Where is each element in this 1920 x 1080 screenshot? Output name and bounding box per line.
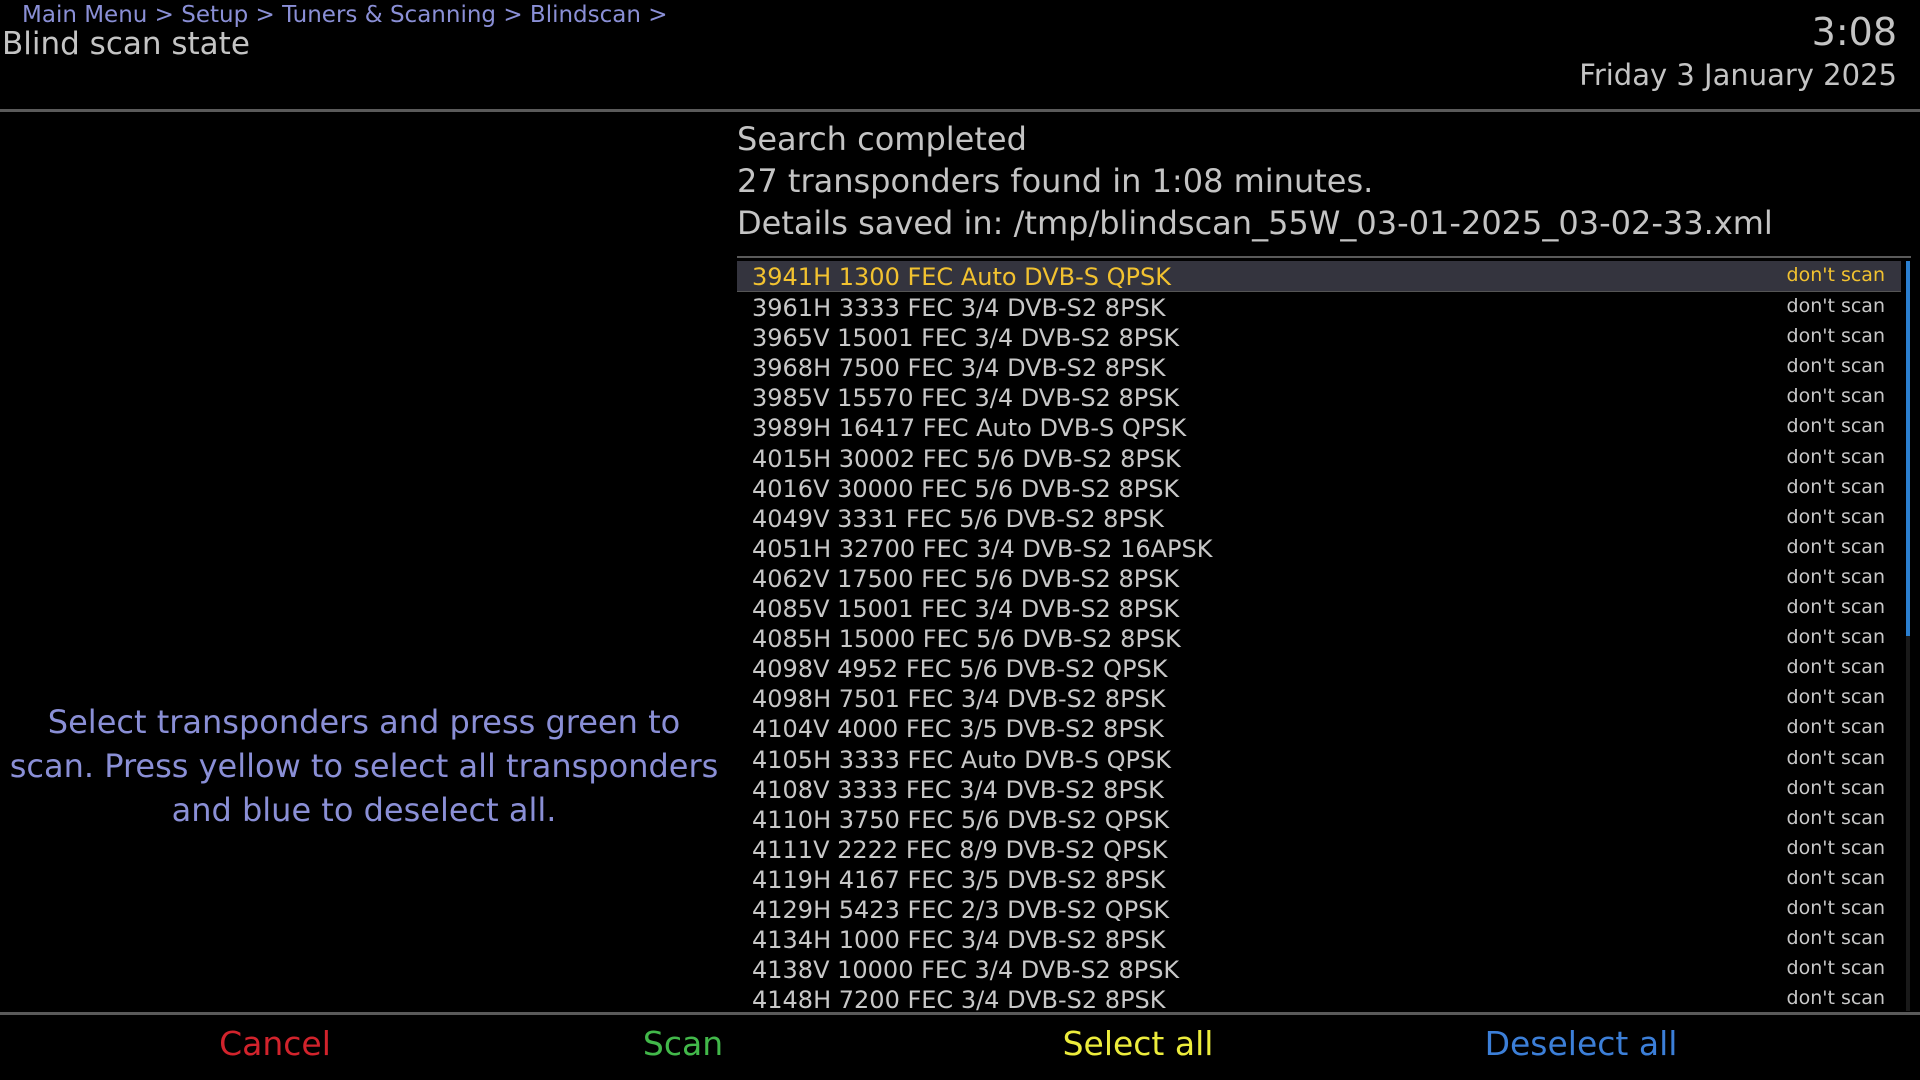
transponder-label: 4015H 30002 FEC 5/6 DVB-S2 8PSK [752, 444, 1181, 473]
scan-state-label: don't scan [1786, 264, 1885, 286]
transponder-row[interactable]: 4015H 30002 FEC 5/6 DVB-S2 8PSK don't sca… [737, 443, 1901, 473]
scan-state-label: don't scan [1786, 626, 1885, 649]
transponder-label: 3965V 15001 FEC 3/4 DVB-S2 8PSK [752, 324, 1180, 353]
list-scrollbar[interactable] [1906, 261, 1910, 1011]
scan-status: Search completed 27 transponders found i… [737, 118, 1773, 244]
scan-state-label: don't scan [1786, 987, 1885, 1010]
scan-state-label: don't scan [1786, 746, 1885, 769]
transponder-label: 4016V 30000 FEC 5/6 DVB-S2 8PSK [752, 474, 1180, 503]
date: Friday 3 January 2025 [1579, 58, 1897, 92]
transponder-label: 4051H 32700 FEC 3/4 DVB-S2 16APSK [752, 534, 1213, 563]
transponder-row[interactable]: 4051H 32700 FEC 3/4 DVB-S2 16APSK don't s… [737, 533, 1901, 563]
transponder-row[interactable]: 4110H 3750 FEC 5/6 DVB-S2 QPSK don't scan [737, 804, 1901, 834]
scan-state-label: don't scan [1786, 415, 1885, 438]
transponder-label: 4148H 7200 FEC 3/4 DVB-S2 8PSK [752, 986, 1166, 1011]
scan-state-label: don't scan [1786, 505, 1885, 528]
transponder-row[interactable]: 3965V 15001 FEC 3/4 DVB-S2 8PSK don't sca… [737, 322, 1901, 352]
scan-state-label: don't scan [1786, 957, 1885, 980]
breadcrumb: Main Menu > Setup > Tuners & Scanning > … [22, 2, 668, 28]
transponder-row[interactable]: 4085V 15001 FEC 3/4 DVB-S2 8PSK don't sca… [737, 593, 1901, 623]
transponder-label: 4110H 3750 FEC 5/6 DVB-S2 QPSK [752, 805, 1170, 834]
transponder-row[interactable]: 3961H 3333 FEC 3/4 DVB-S2 8PSK don't scan [737, 292, 1901, 322]
clock: 3:08 [1811, 10, 1897, 54]
transponder-row[interactable]: 4098V 4952 FEC 5/6 DVB-S2 QPSK don't scan [737, 653, 1901, 683]
transponder-label: 4098H 7501 FEC 3/4 DVB-S2 8PSK [752, 685, 1166, 714]
transponder-label: 4085H 15000 FEC 5/6 DVB-S2 8PSK [752, 625, 1181, 654]
scan-state-label: don't scan [1786, 596, 1885, 619]
transponder-list[interactable]: 3941H 1300 FEC Auto DVB-S QPSK don't scan… [737, 261, 1901, 1011]
scan-state-label: don't scan [1786, 535, 1885, 558]
transponder-label: 3961H 3333 FEC 3/4 DVB-S2 8PSK [752, 294, 1166, 323]
transponder-label: 3985V 15570 FEC 3/4 DVB-S2 8PSK [752, 384, 1180, 413]
cancel-button[interactable]: Cancel [219, 1024, 331, 1063]
transponder-label: 4138V 10000 FEC 3/4 DVB-S2 8PSK [752, 956, 1180, 985]
transponder-label: 3968H 7500 FEC 3/4 DVB-S2 8PSK [752, 354, 1166, 383]
help-text: Select transponders and press green to s… [9, 703, 719, 829]
transponder-row[interactable]: 4085H 15000 FEC 5/6 DVB-S2 8PSK don't sca… [737, 623, 1901, 653]
scan-state-label: don't scan [1786, 806, 1885, 829]
transponder-label: 4134H 1000 FEC 3/4 DVB-S2 8PSK [752, 926, 1166, 955]
transponder-label: 3941H 1300 FEC Auto DVB-S QPSK [752, 263, 1171, 291]
transponder-row[interactable]: 3941H 1300 FEC Auto DVB-S QPSK don't scan [737, 261, 1901, 293]
transponder-row[interactable]: 4129H 5423 FEC 2/3 DVB-S2 QPSK don't scan [737, 894, 1901, 924]
blindscan-screen: Main Menu > Setup > Tuners & Scanning > … [0, 0, 1920, 1080]
status-line-completed: Search completed [737, 120, 1027, 158]
scan-state-label: don't scan [1786, 866, 1885, 889]
deselect-all-button[interactable]: Deselect all [1485, 1024, 1678, 1063]
transponder-row[interactable]: 4049V 3331 FEC 5/6 DVB-S2 8PSK don't scan [737, 503, 1901, 533]
scan-state-label: don't scan [1786, 896, 1885, 919]
scan-state-label: don't scan [1786, 927, 1885, 950]
transponder-row[interactable]: 3989H 16417 FEC Auto DVB-S QPSK don't sca… [737, 412, 1901, 442]
scan-state-label: don't scan [1786, 385, 1885, 408]
transponder-row[interactable]: 4134H 1000 FEC 3/4 DVB-S2 8PSK don't scan [737, 924, 1901, 954]
scan-state-label: don't scan [1786, 776, 1885, 799]
scan-button[interactable]: Scan [643, 1024, 723, 1063]
transponder-row[interactable]: 4016V 30000 FEC 5/6 DVB-S2 8PSK don't sca… [737, 473, 1901, 503]
transponder-row[interactable]: 4098H 7501 FEC 3/4 DVB-S2 8PSK don't scan [737, 683, 1901, 713]
scan-state-label: don't scan [1786, 716, 1885, 739]
header-divider [0, 109, 1920, 112]
scan-state-label: don't scan [1786, 475, 1885, 498]
scan-state-label: don't scan [1786, 355, 1885, 378]
scrollbar-thumb[interactable] [1906, 261, 1910, 636]
transponder-row[interactable]: 4148H 7200 FEC 3/4 DVB-S2 8PSK don't scan [737, 984, 1901, 1011]
transponder-label: 3989H 16417 FEC Auto DVB-S QPSK [752, 414, 1187, 443]
transponder-row[interactable]: 3985V 15570 FEC 3/4 DVB-S2 8PSK don't sca… [737, 382, 1901, 412]
scan-state-label: don't scan [1786, 295, 1885, 318]
select-all-button[interactable]: Select all [1063, 1024, 1214, 1063]
transponder-label: 4119H 4167 FEC 3/5 DVB-S2 8PSK [752, 865, 1166, 894]
transponder-row[interactable]: 4104V 4000 FEC 3/5 DVB-S2 8PSK don't scan [737, 713, 1901, 743]
transponder-row[interactable]: 4108V 3333 FEC 3/4 DVB-S2 8PSK don't scan [737, 774, 1901, 804]
scan-state-label: don't scan [1786, 565, 1885, 588]
footer-divider [0, 1012, 1920, 1015]
transponder-label: 4049V 3331 FEC 5/6 DVB-S2 8PSK [752, 504, 1164, 533]
scan-state-label: don't scan [1786, 836, 1885, 859]
transponder-label: 4105H 3333 FEC Auto DVB-S QPSK [752, 745, 1171, 774]
transponder-label: 4062V 17500 FEC 5/6 DVB-S2 8PSK [752, 564, 1180, 593]
transponder-row[interactable]: 4105H 3333 FEC Auto DVB-S QPSK don't scan [737, 744, 1901, 774]
transponder-label: 4085V 15001 FEC 3/4 DVB-S2 8PSK [752, 595, 1180, 624]
transponder-label: 4129H 5423 FEC 2/3 DVB-S2 QPSK [752, 895, 1170, 924]
transponder-row[interactable]: 3968H 7500 FEC 3/4 DVB-S2 8PSK don't scan [737, 352, 1901, 382]
scan-state-label: don't scan [1786, 686, 1885, 709]
status-line-count: 27 transponders found in 1:08 minutes. [737, 162, 1374, 200]
scan-state-label: don't scan [1786, 656, 1885, 679]
scan-state-label: don't scan [1786, 445, 1885, 468]
transponder-label: 4104V 4000 FEC 3/5 DVB-S2 8PSK [752, 715, 1164, 744]
list-divider [737, 256, 1911, 258]
transponder-row[interactable]: 4119H 4167 FEC 3/5 DVB-S2 8PSK don't scan [737, 864, 1901, 894]
transponder-label: 4098V 4952 FEC 5/6 DVB-S2 QPSK [752, 655, 1168, 684]
scan-state-label: don't scan [1786, 325, 1885, 348]
transponder-label: 4108V 3333 FEC 3/4 DVB-S2 8PSK [752, 775, 1164, 804]
transponder-row[interactable]: 4111V 2222 FEC 8/9 DVB-S2 QPSK don't scan [737, 834, 1901, 864]
transponder-label: 4111V 2222 FEC 8/9 DVB-S2 QPSK [752, 835, 1168, 864]
status-line-path: Details saved in: /tmp/blindscan_55W_03-… [737, 204, 1773, 242]
transponder-row[interactable]: 4062V 17500 FEC 5/6 DVB-S2 8PSK don't sca… [737, 563, 1901, 593]
page-title: Blind scan state [2, 26, 250, 62]
transponder-row[interactable]: 4138V 10000 FEC 3/4 DVB-S2 8PSK don't sca… [737, 954, 1901, 984]
